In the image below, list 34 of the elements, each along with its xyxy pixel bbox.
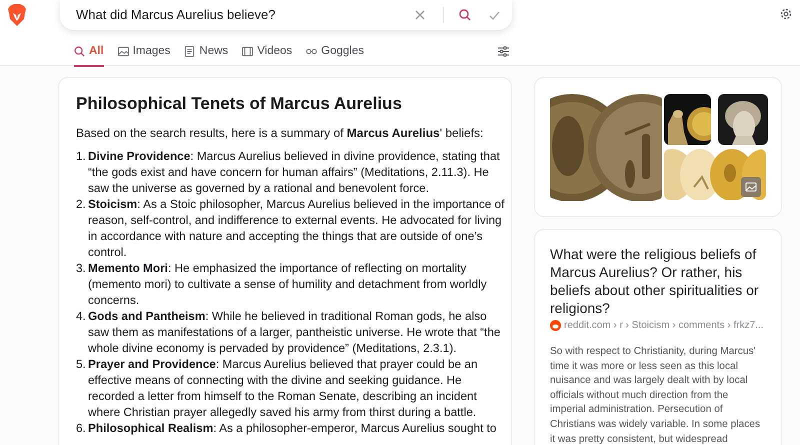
answer-title: Philosophical Tenets of Marcus Aurelius: [76, 93, 403, 115]
lion-logo-icon[interactable]: [7, 4, 27, 26]
tab[interactable]: News: [184, 43, 228, 68]
list-item-text: Memento Mori: He emphasized the importance of reflecting on mortality (memento mori) to cultivate a sense of humility and detachment from worldly concerns.: [88, 260, 488, 308]
list-item-text: Stoicism: As a Stoic philosopher, Marcus Aurelius believed in the importance of reason, self-control, and indifference to external events. He advocated for living in accordance with nature and accepting the things that are outside of one’s control.: [88, 196, 506, 260]
document-icon: [184, 46, 196, 58]
tab[interactable]: Videos: [242, 43, 292, 68]
image-icon[interactable]: [741, 177, 761, 197]
list-number: 3.: [76, 260, 87, 277]
list-number: 5.: [76, 356, 87, 373]
search-icon: [74, 46, 85, 58]
list-number: 6.: [76, 420, 87, 436]
result-snippet: So with respect to Christianity, during Marcus' time it was more or less seen as this local nuisance and was largely dealt with by local officials without much direction from the imperial administration. Persecution of Christians was widely variable. In some places it was pretty consistent, but widespread: [550, 345, 762, 445]
film-icon: [242, 46, 254, 58]
search-field[interactable]: What did Marcus Aurelius believe?: [76, 5, 415, 25]
clear-icon[interactable]: [415, 10, 425, 20]
list-number: 1.: [76, 148, 87, 165]
list-item-text: Philosophical Realism: As a philosopher-emperor, Marcus Aurelius sought to: [88, 420, 496, 436]
list-item-text: Divine Providence: Marcus Aurelius believed in divine providence, stating that “the gods exist and have concern for human affairs” (Meditations, 2.11.3). He saw the universe as governed by a rational and benevolent force.: [88, 148, 501, 196]
list-item-text: Prayer and Providence: Marcus Aurelius believed that prayer could be an effective means of connecting with the divine and seeking guidance. He recorded a letter from himself to the Roman Senate, describing an incident where Christian prayer allegedly saved his army from thirst during a battle.: [88, 356, 479, 420]
intro-text: Based on the search results, here is a summary of Marcus Aurelius' beliefs:: [76, 125, 484, 141]
filter-icon[interactable]: [498, 46, 509, 57]
image-icon: [118, 46, 129, 58]
list-item-text: Gods and Pantheism: While he believed in traditional Roman gods, he also saw them as manifestations of a larger, pantheistic universe. He wrote that “the whole divine economy is pervaded by providence” (Meditations, 2.3.1).: [88, 308, 502, 356]
tab[interactable]: Goggles: [306, 43, 364, 68]
result-url[interactable]: reddit.com › r › Stoicism › comments › frkz7...: [564, 318, 764, 333]
search-icon[interactable]: [459, 9, 471, 21]
tab[interactable]: Images: [118, 43, 170, 68]
list-number: 2.: [76, 196, 87, 213]
favicon-icon: [550, 320, 561, 331]
settings-icon[interactable]: [780, 8, 792, 20]
list-number: 4.: [76, 308, 87, 325]
result-title[interactable]: What were the religious beliefs of Marcus Aurelius? Or rather, his beliefs about other spiritualities or religions?: [550, 245, 766, 317]
check-icon[interactable]: [489, 10, 500, 20]
